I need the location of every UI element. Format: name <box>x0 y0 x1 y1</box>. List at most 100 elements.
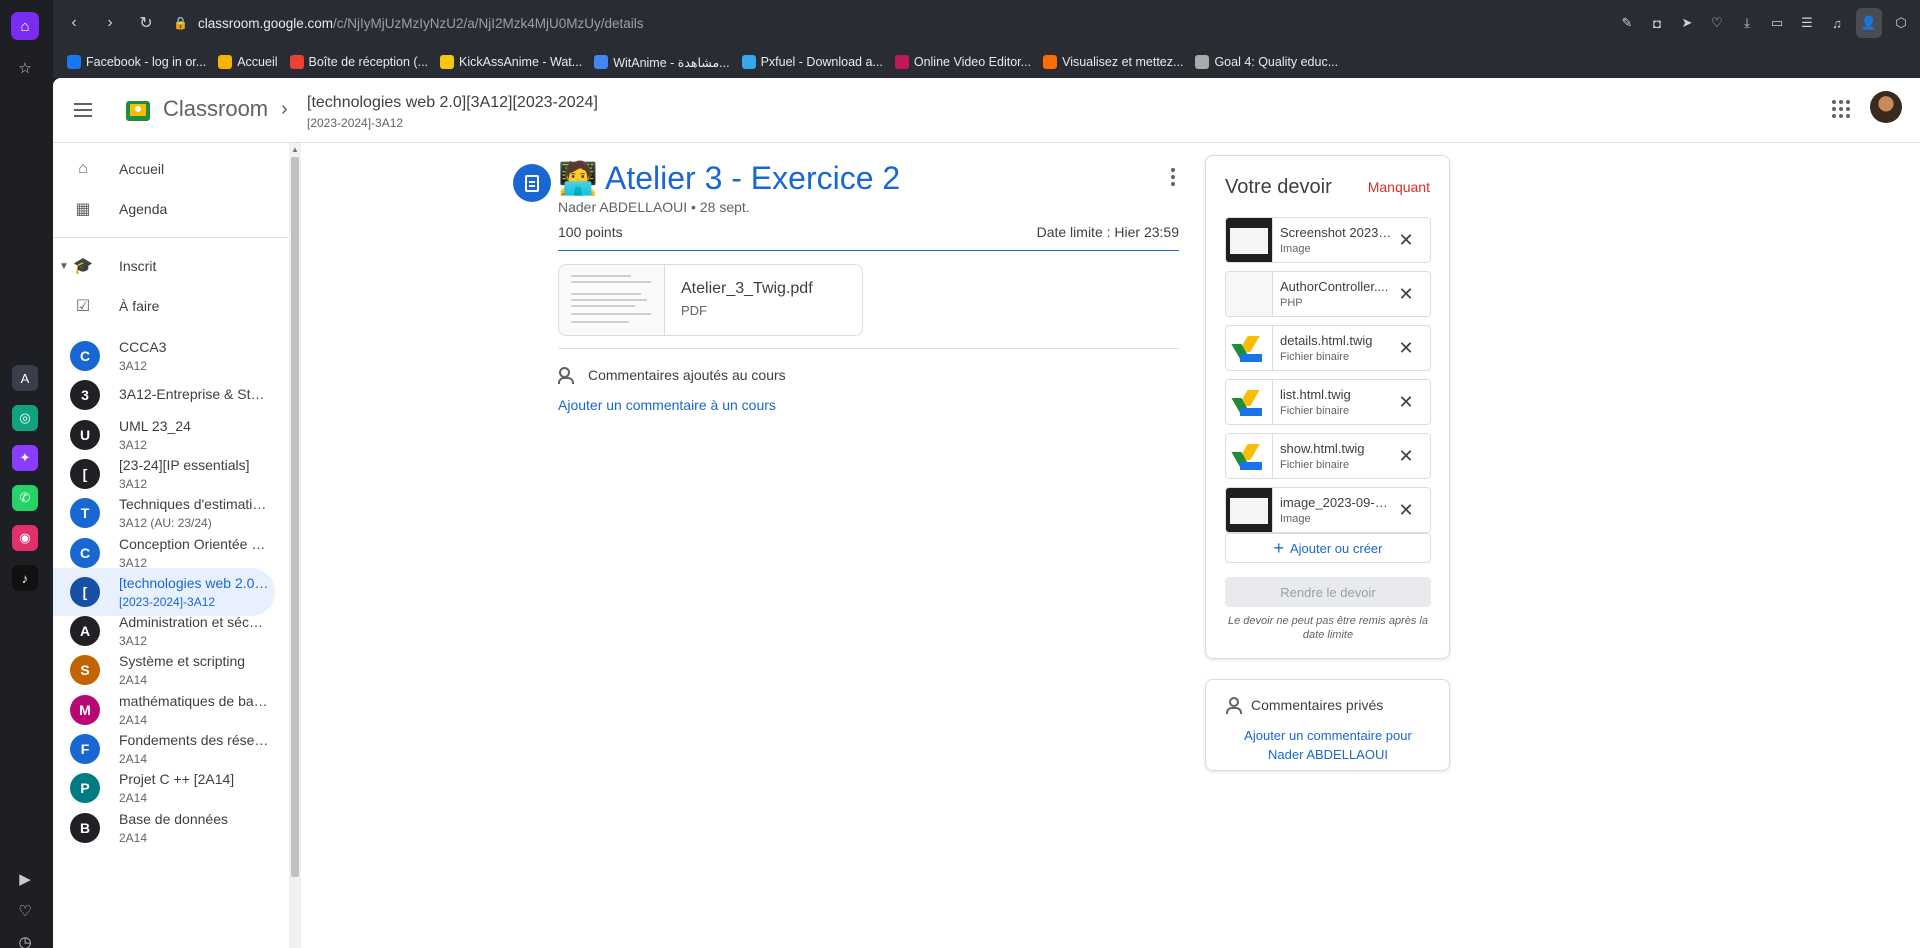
close-icon[interactable]: ✕ <box>1394 336 1418 360</box>
reload-icon[interactable]: ↻ <box>131 8 161 38</box>
class-comments-header: Commentaires ajoutés au cours <box>558 367 786 384</box>
bookmark-label: WitAnime - مشاهدة... <box>613 55 730 70</box>
submitted-file[interactable]: Screenshot 2023-... Image ✕ <box>1225 217 1431 263</box>
main-menu-button[interactable] <box>71 98 95 122</box>
bookmark-item[interactable]: Boîte de réception (... <box>289 55 429 69</box>
submit-button[interactable]: Rendre le devoir <box>1225 577 1431 607</box>
file-type: Fichier binaire <box>1280 405 1350 417</box>
bookmark-item[interactable]: Pxfuel - Download a... <box>741 55 883 69</box>
home-icon[interactable]: ⌂ <box>11 12 39 40</box>
player-icon[interactable]: ▶ <box>11 865 39 893</box>
submitted-file[interactable]: list.html.twig Fichier binaire ✕ <box>1225 379 1431 425</box>
private-comments-title: Commentaires privés <box>1251 697 1384 713</box>
instagram-icon[interactable]: ◉ <box>12 525 38 551</box>
submitted-file[interactable]: AuthorController.... PHP ✕ <box>1225 271 1431 317</box>
scrollbar-thumb[interactable] <box>291 157 299 877</box>
add-private-comment-link[interactable]: Ajouter un commentaire pour Nader ABDELL… <box>1225 726 1431 764</box>
heart-icon[interactable]: ♡ <box>11 897 39 925</box>
chatgpt-icon[interactable]: ◎ <box>12 405 38 431</box>
history-icon[interactable]: ◷ <box>11 928 39 948</box>
tiktok-icon[interactable]: ♪ <box>12 565 38 591</box>
scroll-up-icon[interactable]: ▲ <box>291 145 299 154</box>
close-icon[interactable]: ✕ <box>1394 390 1418 414</box>
sidebar-course-item[interactable]: B Base de données 2A14 <box>53 804 275 852</box>
course-title[interactable]: [technologies web 2.0][3A12][2023-2024] <box>307 94 598 112</box>
divider <box>558 250 1179 251</box>
edit-icon[interactable]: ✎ <box>1616 8 1638 38</box>
cube-icon[interactable]: ⬡ <box>1890 8 1912 38</box>
file-type: Fichier binaire <box>1280 351 1350 363</box>
heart-icon[interactable]: ♡ <box>1706 8 1728 38</box>
main-content: 🧑‍💻 Atelier 3 - Exercice 2 Nader ABDELLA… <box>301 143 1920 948</box>
bookmark-favicon-icon <box>594 55 609 69</box>
attachment-card[interactable]: Atelier_3_Twig.pdf PDF <box>558 264 863 336</box>
file-thumbnail <box>1226 272 1273 316</box>
menu-icon[interactable]: ☰ <box>1796 8 1818 38</box>
assignment-meta: Nader ABDELLAOUI • 28 sept. <box>558 199 750 215</box>
bookmark-item[interactable]: WitAnime - مشاهدة... <box>594 55 730 70</box>
google-drive-icon <box>1226 434 1273 478</box>
bookmark-item[interactable]: Accueil <box>218 55 278 69</box>
course-name: 3A12-Entreprise & Stratégi... <box>119 386 269 403</box>
add-or-create-button[interactable]: + Ajouter ou créer <box>1225 533 1431 563</box>
avatar[interactable] <box>1870 91 1902 123</box>
bookmark-favicon-icon <box>894 55 909 69</box>
close-icon[interactable]: ✕ <box>1394 282 1418 306</box>
file-type: Fichier binaire <box>1280 459 1350 471</box>
divider <box>53 237 289 238</box>
bookmark-item[interactable]: Online Video Editor... <box>894 55 1031 69</box>
course-name: [23-24][IP essentials] <box>119 456 250 473</box>
messenger-icon[interactable]: ✦ <box>12 445 38 471</box>
address-bar[interactable]: 🔒 classroom.google.com /c/NjIyMjUzMzIyNz… <box>173 16 644 31</box>
course-avatar: P <box>70 773 100 804</box>
sidebar-item-enrolled[interactable]: ▼ 🎓 Inscrit <box>53 246 275 286</box>
profile-icon[interactable]: 👤 <box>1856 8 1882 38</box>
whatsapp-icon[interactable]: ✆ <box>12 485 38 511</box>
star-icon[interactable]: ☆ <box>11 54 39 82</box>
caret-down-icon[interactable]: ▼ <box>59 261 69 272</box>
sidebar-item-todo[interactable]: ☑ À faire <box>53 286 275 326</box>
bookmark-item[interactable]: Goal 4: Quality educ... <box>1195 55 1338 69</box>
back-icon[interactable]: ‹ <box>59 8 89 38</box>
send-icon[interactable]: ➤ <box>1676 8 1698 38</box>
bookmark-item[interactable]: Facebook - log in or... <box>67 55 206 69</box>
more-options-icon[interactable] <box>1163 165 1183 189</box>
assignment-points: 100 points <box>558 224 623 240</box>
bookmark-label: Visualisez et mettez... <box>1062 55 1184 69</box>
bookmark-label: Pxfuel - Download a... <box>760 55 883 69</box>
close-icon[interactable]: ✕ <box>1394 228 1418 252</box>
add-class-comment-link[interactable]: Ajouter un commentaire à un cours <box>558 397 776 413</box>
brand-name[interactable]: Classroom <box>163 96 268 122</box>
classroom-logo[interactable] <box>126 101 150 121</box>
course-name: mathématiques de base 4 <box>119 692 269 709</box>
aria-icon[interactable]: A <box>12 365 38 391</box>
course-name: CCCA3 <box>119 339 167 355</box>
submitted-file[interactable]: details.html.twig Fichier binaire ✕ <box>1225 325 1431 371</box>
close-icon[interactable]: ✕ <box>1394 498 1418 522</box>
app-header: Classroom › [technologies web 2.0][3A12]… <box>53 78 1920 143</box>
apps-grid-icon[interactable] <box>1832 100 1850 118</box>
music-icon[interactable]: ♫ <box>1826 8 1848 38</box>
sidebar-scrollbar[interactable]: ▲ <box>289 143 301 948</box>
forward-icon[interactable]: › <box>95 8 125 38</box>
status-badge: Manquant <box>1367 179 1430 195</box>
sidebar: ⌂ Accueil ▦ Agenda ▼ 🎓 Inscrit ☑ À faire… <box>53 143 289 948</box>
camera-icon[interactable]: ◘ <box>1646 8 1668 38</box>
course-name: Base de données <box>119 810 228 827</box>
sidebar-item-home[interactable]: ⌂ Accueil <box>53 149 275 189</box>
file-type: PHP <box>1280 297 1303 309</box>
late-note: Le devoir ne peut pas être remis après l… <box>1228 615 1428 641</box>
submitted-file[interactable]: show.html.twig Fichier binaire ✕ <box>1225 433 1431 479</box>
download-icon[interactable]: ⤓ <box>1736 8 1758 38</box>
submitted-file[interactable]: image_2023-09-3... Image ✕ <box>1225 487 1431 533</box>
bookmark-item[interactable]: Visualisez et mettez... <box>1043 55 1183 69</box>
bookmark-label: Goal 4: Quality educ... <box>1214 55 1339 69</box>
close-icon[interactable]: ✕ <box>1394 444 1418 468</box>
sidebar-item-agenda[interactable]: ▦ Agenda <box>53 189 275 229</box>
course-name: [technologies web 2.0][3A... <box>119 574 269 591</box>
bookmark-item[interactable]: KickAssAnime - Wat... <box>440 55 582 69</box>
school-icon: 🎓 <box>73 258 93 275</box>
bookmark-label: Boîte de réception (... <box>308 55 429 69</box>
private-comments-header: Commentaires privés <box>1225 697 1384 714</box>
battery-icon[interactable]: ▭ <box>1766 8 1788 38</box>
